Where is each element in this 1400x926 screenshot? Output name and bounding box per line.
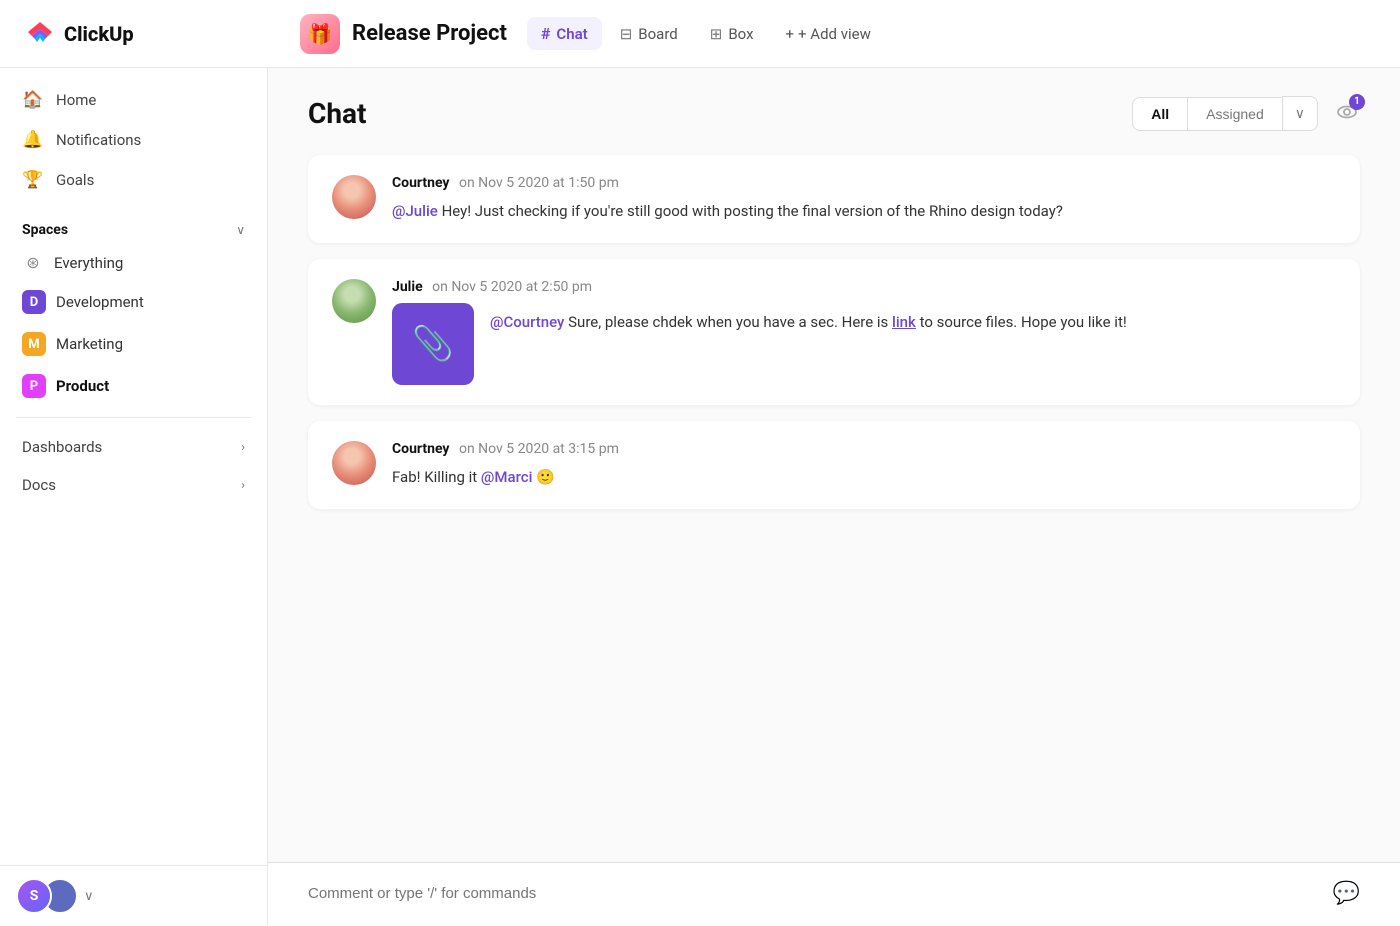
footer-chevron-icon[interactable]: ∨ (84, 889, 94, 904)
mention-courtney: @Courtney (490, 313, 564, 331)
product-badge: P (22, 374, 46, 398)
message-1-text: @Julie Hey! Just checking if you're stil… (392, 199, 1336, 223)
sidebar-item-development[interactable]: D Development (8, 281, 259, 323)
add-view-button[interactable]: + + Add view (772, 18, 885, 50)
header-nav: # Chat ⊟ Board ⊞ Box + + Add view (527, 17, 885, 50)
message-3-author: Courtney (392, 441, 449, 457)
product-label: Product (56, 377, 109, 395)
julie-avatar (332, 279, 376, 323)
message-2-text: @Courtney Sure, please chdek when you ha… (490, 303, 1127, 336)
board-icon: ⊟ (620, 25, 633, 43)
development-label: Development (56, 293, 144, 311)
message-1-meta: Courtney on Nov 5 2020 at 1:50 pm (392, 175, 1336, 191)
hash-icon: # (541, 24, 550, 43)
message-2-time: on Nov 5 2020 at 2:50 pm (432, 279, 592, 295)
project-icon: 🎁 (300, 14, 340, 54)
home-icon: 🏠 (22, 90, 44, 110)
nav-item-chat[interactable]: # Chat (527, 17, 602, 50)
message-2-meta: Julie on Nov 5 2020 at 2:50 pm (392, 279, 1336, 295)
source-link[interactable]: link (892, 313, 916, 331)
courtney-avatar-1 (332, 175, 376, 219)
nav-board-label: Board (638, 25, 677, 43)
message-2-content: Julie on Nov 5 2020 at 2:50 pm 📎 @Courtn… (392, 279, 1336, 385)
sidebar-item-notifications[interactable]: 🔔 Notifications (8, 120, 259, 160)
everything-label: Everything (54, 254, 123, 272)
avatar-group: S (16, 878, 78, 914)
filter-all-button[interactable]: All (1132, 97, 1187, 131)
message-1-content: Courtney on Nov 5 2020 at 1:50 pm @Julie… (392, 175, 1336, 223)
chat-section-header: Chat All Assigned ∨ (308, 96, 1360, 131)
sidebar-item-product[interactable]: P Product (8, 365, 259, 407)
project-title: Release Project (352, 21, 507, 46)
message-2-author: Julie (392, 279, 423, 295)
attachment-thumb[interactable]: 📎 (392, 303, 474, 385)
message-3-meta: Courtney on Nov 5 2020 at 3:15 pm (392, 441, 1336, 457)
message-card-1: Courtney on Nov 5 2020 at 1:50 pm @Julie… (308, 155, 1360, 243)
message-1-time: on Nov 5 2020 at 1:50 pm (459, 175, 619, 191)
chat-filter-group: All Assigned ∨ (1132, 96, 1318, 131)
sidebar-item-docs[interactable]: Docs › (8, 466, 259, 504)
sidebar-item-dashboards[interactable]: Dashboards › (8, 428, 259, 466)
message-1-author: Courtney (392, 175, 449, 191)
sidebar-item-everything[interactable]: ⊛ Everything (8, 244, 259, 281)
everything-icon: ⊛ (22, 253, 44, 272)
message-2-attachment-row: 📎 @Courtney Sure, please chdek when you … (392, 303, 1336, 385)
message-card-2: Julie on Nov 5 2020 at 2:50 pm 📎 @Courtn… (308, 259, 1360, 405)
box-icon: ⊞ (710, 25, 723, 43)
filter-assigned-button[interactable]: Assigned (1187, 97, 1282, 131)
add-icon: + (786, 25, 795, 43)
nav-box-label: Box (728, 25, 753, 43)
docs-label: Docs (22, 476, 56, 494)
courtney-avatar-2 (332, 441, 376, 485)
mention-marci: @Marci (481, 468, 532, 486)
comment-input[interactable] (308, 885, 1333, 902)
comment-area: 💬 (268, 862, 1400, 926)
notifications-label: Notifications (56, 131, 141, 149)
message-3-time: on Nov 5 2020 at 3:15 pm (459, 441, 619, 457)
watch-badge: 1 (1349, 94, 1365, 110)
chat-bubble-icon[interactable]: 💬 (1333, 881, 1360, 906)
goals-icon: 🏆 (22, 170, 44, 190)
avatar-s: S (16, 878, 52, 914)
message-3-content: Courtney on Nov 5 2020 at 3:15 pm Fab! K… (392, 441, 1336, 489)
message-card-3: Courtney on Nov 5 2020 at 3:15 pm Fab! K… (308, 421, 1360, 509)
spaces-title: Spaces (22, 222, 68, 238)
message-3-text: Fab! Killing it @Marci 🙂 (392, 465, 1336, 489)
dashboards-label: Dashboards (22, 438, 102, 456)
logo-text: ClickUp (64, 22, 134, 46)
marketing-badge: M (22, 332, 46, 356)
sidebar-item-marketing[interactable]: M Marketing (8, 323, 259, 365)
filter-dropdown-button[interactable]: ∨ (1282, 96, 1318, 131)
nav-item-board[interactable]: ⊟ Board (606, 18, 692, 50)
dashboards-chevron-icon: › (241, 440, 245, 455)
nav-chat-label: Chat (556, 25, 587, 43)
docs-chevron-icon: › (241, 478, 245, 493)
marketing-label: Marketing (56, 335, 123, 353)
spaces-chevron-icon[interactable]: ∨ (236, 223, 245, 237)
spaces-section-header: Spaces ∨ (0, 212, 267, 244)
nav-item-box[interactable]: ⊞ Box (696, 18, 768, 50)
sidebar-item-home[interactable]: 🏠 Home (8, 80, 259, 120)
home-label: Home (56, 91, 96, 109)
notifications-icon: 🔔 (22, 130, 44, 150)
goals-label: Goals (56, 171, 94, 189)
chat-title: Chat (308, 97, 366, 130)
clickup-logo-icon (24, 18, 56, 50)
development-badge: D (22, 290, 46, 314)
mention-julie: @Julie (392, 202, 438, 220)
add-view-label: + Add view (798, 25, 871, 43)
sidebar-item-goals[interactable]: 🏆 Goals (8, 160, 259, 200)
watch-icon-wrap[interactable]: 1 (1334, 99, 1360, 129)
